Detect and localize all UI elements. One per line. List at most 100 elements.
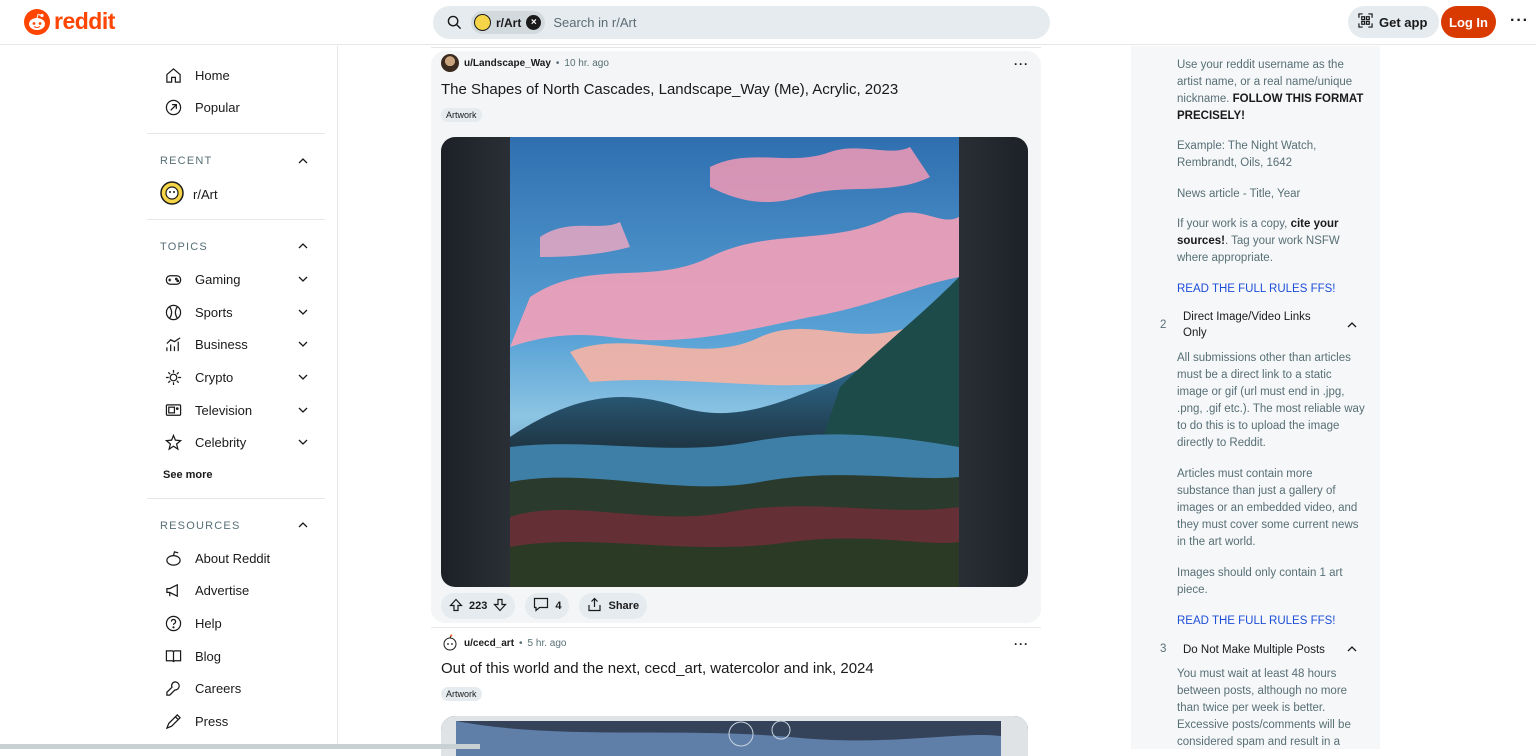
sidebar-item-crypto[interactable]: Crypto: [163, 367, 233, 387]
top-header: reddit r/Art × Get app Log In ···: [0, 0, 1536, 45]
rule3-title[interactable]: Do Not Make Multiple Posts: [1183, 642, 1343, 658]
topics-section-title[interactable]: TOPICS: [160, 241, 208, 253]
sidebar-item-press[interactable]: Press: [163, 711, 228, 731]
sidebar-item-sports[interactable]: Sports: [163, 302, 233, 322]
rule-number: 3: [1160, 643, 1167, 655]
rule2-images: Images should only contain 1 art piece.: [1177, 567, 1343, 596]
read-full-rules-link[interactable]: READ THE FULL RULES FFS!: [1177, 615, 1335, 627]
expand-television-icon[interactable]: [296, 403, 310, 417]
rule1-copy-text: If your work is a copy, cite your source…: [1177, 216, 1365, 267]
post-image[interactable]: [441, 716, 1028, 756]
sidebar-item-celebrity[interactable]: Celebrity: [163, 432, 246, 452]
meta-dot: •: [519, 637, 523, 649]
expand-crypto-icon[interactable]: [296, 370, 310, 384]
collapse-rule-icon[interactable]: [1345, 318, 1359, 332]
resources-section-title[interactable]: RESOURCES: [160, 520, 240, 532]
post-flair[interactable]: Artwork: [441, 687, 482, 701]
vote-pill: 223: [441, 593, 516, 619]
collapse-topics-icon[interactable]: [296, 239, 310, 253]
rule1-format-text: Use your reddit username as the artist n…: [1177, 57, 1365, 125]
post-options-icon[interactable]: ···: [1014, 57, 1029, 71]
sidebar-item-home[interactable]: Home: [163, 65, 230, 85]
login-button[interactable]: Log In: [1441, 6, 1496, 38]
downvote-icon[interactable]: [493, 598, 508, 615]
post-actions: 223 4 Share: [441, 593, 648, 619]
post-author[interactable]: u/Landscape_Way: [464, 58, 551, 69]
user-avatar[interactable]: [441, 54, 459, 72]
help-question-icon: [163, 613, 183, 633]
sidebar-label-sports: Sports: [195, 304, 233, 320]
press-pen-icon: [163, 711, 183, 731]
sidebar-item-popular[interactable]: Popular: [163, 97, 240, 117]
clear-community-icon[interactable]: ×: [526, 15, 542, 30]
sidebar-item-television[interactable]: Television: [163, 400, 252, 420]
sidebar-label-business: Business: [195, 336, 248, 352]
upvote-icon[interactable]: [449, 598, 463, 615]
qr-code-icon: [1358, 13, 1373, 31]
read-full-rules-link[interactable]: READ THE FULL RULES FFS!: [1177, 283, 1335, 295]
popular-arrow-icon: [163, 97, 183, 117]
comments-button[interactable]: 4: [525, 593, 570, 619]
rule2-articles: Articles must contain more substance tha…: [1177, 468, 1359, 548]
post-meta: u/Landscape_Way • 10 hr. ago: [441, 54, 609, 72]
more-options-icon[interactable]: ···: [1510, 12, 1529, 30]
horizontal-scrollbar[interactable]: [0, 744, 480, 749]
see-more-topics-button[interactable]: See more: [163, 469, 213, 481]
sidebar-item-business[interactable]: Business: [163, 334, 248, 354]
post-options-icon[interactable]: ···: [1014, 637, 1029, 651]
rule1-copy-start: If your work is a copy,: [1177, 218, 1288, 230]
post-author[interactable]: u/cecd_art: [464, 638, 514, 649]
sidebar-divider: [147, 219, 325, 220]
watercolor-artwork: [441, 716, 1028, 756]
post-separator: [431, 627, 1041, 628]
search-input[interactable]: [553, 15, 974, 30]
post-image[interactable]: [441, 137, 1028, 587]
sidebar-label-r-art: r/Art: [193, 187, 218, 202]
business-chart-icon: [163, 334, 183, 354]
default-avatar-icon[interactable]: [441, 634, 459, 652]
sidebar-item-r-art[interactable]: r/Art: [160, 181, 218, 208]
sidebar-item-about-reddit[interactable]: About Reddit: [163, 548, 270, 568]
collapse-resources-icon[interactable]: [296, 518, 310, 532]
community-filter-chip[interactable]: r/Art ×: [471, 11, 546, 34]
sidebar-item-gaming[interactable]: Gaming: [163, 269, 241, 289]
rule3-body: You must wait at least 48 hours between …: [1177, 668, 1351, 748]
comment-icon: [533, 597, 549, 615]
sidebar-label-careers: Careers: [195, 680, 242, 696]
post-flair[interactable]: Artwork: [441, 108, 482, 122]
share-button[interactable]: Share: [579, 593, 648, 619]
collapse-recent-icon[interactable]: [296, 154, 310, 168]
sidebar-label-celebrity: Celebrity: [195, 434, 247, 450]
sidebar-item-help[interactable]: Help: [163, 613, 222, 633]
get-app-label: Get app: [1379, 14, 1428, 30]
expand-celebrity-icon[interactable]: [296, 435, 310, 449]
sidebar-label-about-reddit: About Reddit: [195, 550, 271, 566]
expand-sports-icon[interactable]: [296, 305, 310, 319]
expand-gaming-icon[interactable]: [296, 272, 310, 286]
sidebar-label-crypto: Crypto: [195, 369, 234, 385]
recent-section-title[interactable]: RECENT: [160, 155, 212, 167]
post-meta: u/cecd_art • 5 hr. ago: [441, 634, 566, 652]
rule1-news-format: News article - Title, Year: [1177, 188, 1301, 200]
sidebar-item-blog[interactable]: Blog: [163, 646, 221, 666]
community-chip-label: r/Art: [496, 15, 522, 30]
collapse-rule-icon[interactable]: [1345, 642, 1359, 656]
reddit-alien-icon: [163, 548, 183, 568]
get-app-button[interactable]: Get app: [1348, 6, 1440, 38]
celebrity-star-icon: [163, 432, 183, 452]
rule2-title[interactable]: Direct Image/Video Links Only: [1183, 309, 1323, 341]
expand-business-icon[interactable]: [296, 337, 310, 351]
sidebar-divider: [147, 498, 325, 499]
meta-dot: •: [555, 57, 560, 69]
search-bar[interactable]: r/Art ×: [433, 6, 1050, 39]
share-icon: [587, 597, 602, 615]
post-time: 5 hr. ago: [527, 637, 567, 649]
sidebar-item-careers[interactable]: Careers: [163, 678, 241, 698]
post-title[interactable]: The Shapes of North Cascades, Landscape_…: [441, 81, 898, 98]
rule2-body: All submissions other than articles must…: [1177, 352, 1365, 449]
reddit-logo[interactable]: reddit: [24, 8, 115, 35]
post-title[interactable]: Out of this world and the next, cecd_art…: [441, 660, 874, 677]
sidebar-label-blog: Blog: [195, 648, 222, 664]
sidebar-item-advertise[interactable]: Advertise: [163, 580, 249, 600]
comment-count: 4: [555, 600, 562, 612]
